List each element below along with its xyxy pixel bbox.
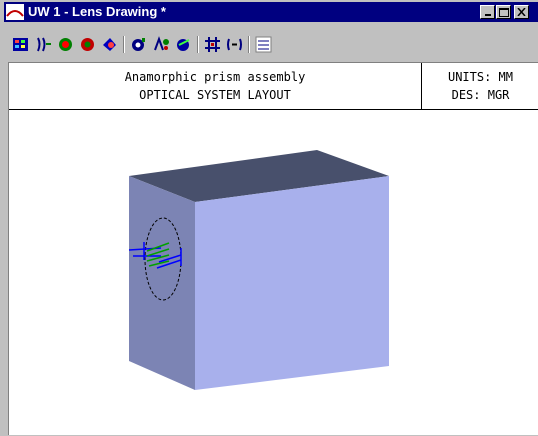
grid-toggle-icon[interactable] — [255, 36, 272, 53]
drawing-canvas[interactable]: Anamorphic prism assembly OPTICAL SYSTEM… — [8, 62, 538, 435]
prism-side-face — [129, 176, 195, 390]
drawing-title-block: Anamorphic prism assembly OPTICAL SYSTEM… — [9, 63, 538, 110]
toolbar-separator — [248, 36, 250, 53]
close-button[interactable] — [514, 5, 529, 19]
minimize-icon — [484, 14, 491, 16]
spot-diagram-icon[interactable] — [57, 36, 74, 53]
ray-plot-icon[interactable] — [175, 36, 192, 53]
zoom-icon[interactable] — [130, 36, 147, 53]
window-title: UW 1 - Lens Drawing * — [28, 4, 166, 19]
app-icon[interactable] — [6, 4, 24, 20]
prism-drawing — [128, 150, 389, 390]
minimize-button[interactable] — [480, 5, 495, 19]
toolbar-separator — [123, 36, 125, 53]
units-label: UNITS: MM — [447, 70, 514, 84]
rotate-icon[interactable] — [79, 36, 96, 53]
lens-element-icon[interactable] — [35, 36, 52, 53]
drawing-title: Anamorphic prism assembly — [124, 70, 306, 84]
designer-label: DES: MGR — [451, 88, 510, 102]
drawing-subtitle: OPTICAL SYSTEM LAYOUT — [139, 88, 291, 102]
title-bar[interactable]: UW 1 - Lens Drawing * — [4, 2, 538, 22]
prism-front-face — [195, 176, 389, 390]
toolbar-separator — [197, 36, 199, 53]
maximize-icon — [498, 7, 509, 17]
lens-drawing-window: UW 1 - Lens Drawing * Anamorphic prism a… — [0, 0, 538, 435]
grid-icon[interactable] — [204, 36, 221, 53]
maximize-button[interactable] — [496, 5, 511, 19]
wavefront-icon[interactable] — [101, 36, 118, 53]
aberration-icon[interactable] — [153, 36, 170, 53]
close-icon — [517, 8, 526, 16]
layout-icon[interactable] — [12, 36, 29, 53]
text-icon[interactable] — [226, 36, 243, 53]
